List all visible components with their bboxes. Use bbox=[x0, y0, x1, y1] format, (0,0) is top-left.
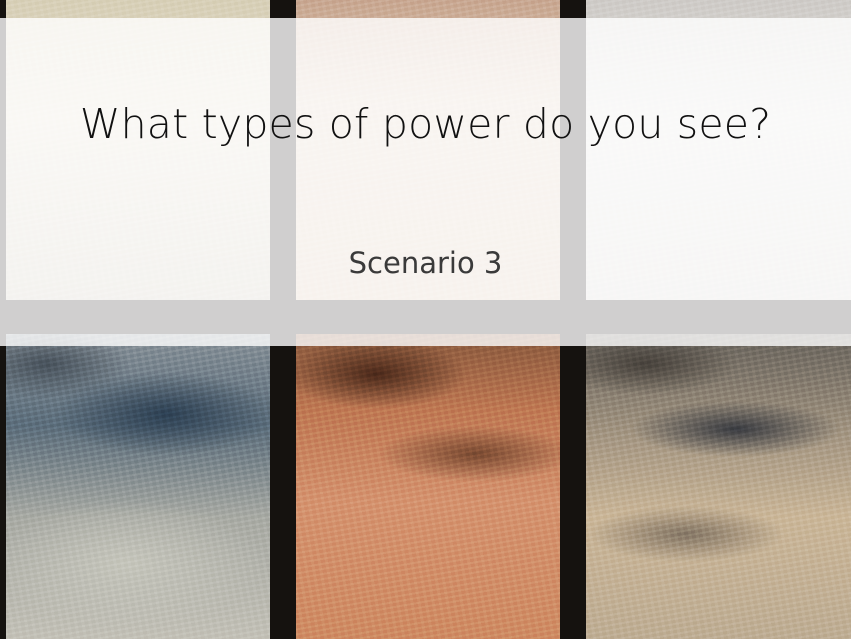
glass-pane-bottom-left bbox=[6, 334, 270, 639]
slide-subtitle: Scenario 3 bbox=[348, 246, 503, 280]
slide-title: What types of power do you see? bbox=[79, 100, 772, 148]
glass-pane-bottom-center bbox=[296, 334, 560, 639]
glass-pane-bottom-right bbox=[586, 334, 851, 639]
title-overlay bbox=[0, 18, 851, 346]
slide: What types of power do you see? Scenario… bbox=[0, 0, 851, 639]
